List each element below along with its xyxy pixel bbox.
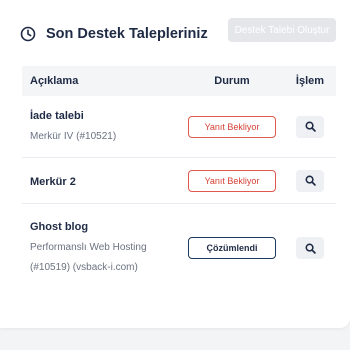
table-row: Ghost blog Performanslı Web Hosting (#1051… (22, 204, 336, 292)
create-ticket-button[interactable]: Destek Talebi Oluştur (228, 18, 336, 42)
status-cell: Çözümlendi (180, 237, 284, 259)
action-cell (284, 237, 336, 259)
ticket-title[interactable]: İade talebi (30, 109, 180, 123)
status-cell: Yanıt Bekliyor (180, 169, 284, 192)
ticket-description: Ghost blog Performanslı Web Hosting (#1051… (22, 218, 180, 278)
search-icon (305, 243, 316, 254)
page-title: Son Destek Talepleriniz (46, 26, 208, 42)
table-row: Merkür 2 Yanıt Bekliyor (22, 158, 336, 204)
search-icon (305, 121, 316, 132)
ticket-title[interactable]: Merkür 2 (30, 175, 180, 189)
column-header-action: İşlem (295, 75, 325, 87)
action-cell (284, 115, 336, 138)
tickets-table: Açıklama Durum İşlem İade talebi Merkür I… (22, 66, 336, 292)
support-tickets-card: Son Destek Talepleriniz Destek Talebi Ol… (0, 0, 350, 328)
search-icon (305, 175, 316, 186)
ticket-service: (#10519) (vsback-i.com) (30, 262, 138, 273)
table-row: İade talebi Merkür IV (#10521) Yanıt Bekli… (22, 96, 336, 158)
action-cell (284, 169, 336, 192)
column-header-description: Açıklama (30, 75, 79, 87)
ticket-service: Performanslı Web Hosting (30, 242, 147, 253)
status-cell: Yanıt Bekliyor (180, 115, 284, 138)
ticket-title[interactable]: Ghost blog (30, 220, 180, 234)
card-header: Son Destek Talepleriniz Destek Talebi Ol… (20, 18, 336, 46)
ticket-description: İade talebi Merkür IV (#10521) (22, 107, 180, 147)
view-ticket-button[interactable] (296, 115, 324, 138)
table-header: Açıklama Durum İşlem (22, 66, 336, 96)
ticket-description: Merkür 2 (22, 173, 180, 189)
status-badge: Yanıt Bekliyor (188, 169, 276, 192)
clock-icon (20, 26, 36, 42)
view-ticket-button[interactable] (296, 237, 324, 259)
status-badge: Çözümlendi (188, 237, 276, 259)
column-header-status: Durum (214, 75, 250, 87)
status-badge: Yanıt Bekliyor (188, 115, 276, 138)
ticket-service: Merkür IV (#10521) (30, 130, 117, 142)
view-ticket-button[interactable] (296, 169, 324, 192)
